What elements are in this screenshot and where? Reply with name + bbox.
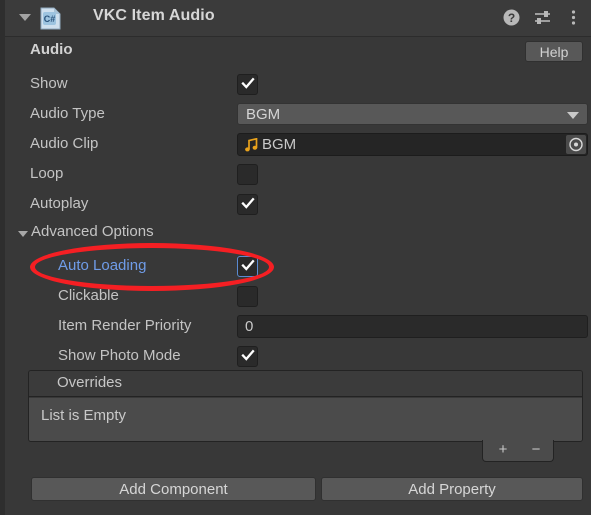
object-field-value: BGM bbox=[262, 136, 297, 153]
property-row-item-render-priority: Item Render Priority 0 bbox=[5, 312, 591, 342]
preset-settings-icon[interactable] bbox=[533, 8, 552, 27]
number-field-item-render-priority[interactable]: 0 bbox=[237, 315, 588, 338]
component-title: VKC Item Audio bbox=[93, 7, 215, 24]
checkbox-show-photo-mode[interactable] bbox=[237, 346, 258, 367]
property-row-audio-type: Audio Type BGM bbox=[5, 100, 591, 130]
check-icon bbox=[241, 197, 255, 209]
overrides-list-title: Overrides bbox=[57, 374, 123, 391]
label-auto-loading: Auto Loading bbox=[58, 257, 147, 274]
object-picker-icon[interactable] bbox=[566, 135, 586, 154]
object-field-audio-clip[interactable]: BGM bbox=[237, 133, 588, 156]
number-field-value: 0 bbox=[245, 318, 254, 335]
remove-item-button[interactable]: − bbox=[521, 440, 551, 460]
checkbox-autoplay[interactable] bbox=[237, 194, 258, 215]
foldout-label: Advanced Options bbox=[31, 223, 154, 240]
label-show-photo-mode: Show Photo Mode bbox=[58, 347, 181, 364]
dropdown-audio-type[interactable]: BGM bbox=[237, 103, 588, 125]
svg-text:C#: C# bbox=[44, 14, 56, 24]
chevron-down-icon bbox=[567, 112, 579, 119]
check-icon bbox=[241, 77, 255, 89]
label-item-render-priority: Item Render Priority bbox=[58, 317, 192, 334]
add-property-button[interactable]: Add Property bbox=[321, 477, 583, 501]
help-button[interactable]: Help bbox=[525, 41, 583, 62]
overrides-list-body: List is Empty bbox=[29, 398, 582, 441]
property-row-show: Show bbox=[5, 70, 591, 100]
triangle-down-icon[interactable] bbox=[19, 14, 31, 21]
add-item-button[interactable]: + bbox=[488, 440, 518, 460]
property-row-audio-clip: Audio Clip BGM bbox=[5, 130, 591, 160]
label-clickable: Clickable bbox=[58, 287, 119, 304]
check-icon bbox=[241, 259, 255, 271]
component-header[interactable]: C# VKC Item Audio ? bbox=[5, 0, 591, 37]
svg-text:?: ? bbox=[508, 11, 515, 25]
header-icon-group: ? bbox=[502, 8, 583, 27]
overrides-list-footer: + − bbox=[482, 440, 554, 462]
section-title: Audio bbox=[30, 41, 73, 58]
overrides-list: Overrides List is Empty bbox=[28, 370, 583, 442]
checkbox-loop[interactable] bbox=[237, 164, 258, 185]
label-audio-clip: Audio Clip bbox=[30, 135, 99, 152]
overrides-list-header[interactable]: Overrides bbox=[29, 371, 582, 397]
checkbox-show[interactable] bbox=[237, 74, 258, 95]
more-menu-icon[interactable] bbox=[564, 8, 583, 27]
label-loop: Loop bbox=[30, 165, 64, 182]
audio-clip-icon bbox=[245, 138, 258, 152]
property-row-clickable: Clickable bbox=[5, 282, 591, 312]
property-row-auto-loading: Auto Loading bbox=[5, 252, 591, 282]
left-gutter bbox=[0, 0, 5, 515]
property-row-loop: Loop bbox=[5, 160, 591, 190]
triangle-down-icon bbox=[18, 231, 28, 237]
dropdown-value: BGM bbox=[246, 106, 281, 123]
property-row-show-photo-mode: Show Photo Mode bbox=[5, 342, 591, 372]
foldout-advanced-options[interactable]: Advanced Options bbox=[5, 222, 591, 246]
help-icon[interactable]: ? bbox=[502, 8, 521, 27]
label-autoplay: Autoplay bbox=[30, 195, 89, 212]
csharp-script-icon: C# bbox=[40, 7, 61, 30]
property-row-autoplay: Autoplay bbox=[5, 190, 591, 220]
overrides-empty-label: List is Empty bbox=[41, 407, 127, 424]
add-component-button[interactable]: Add Component bbox=[31, 477, 316, 501]
check-icon bbox=[241, 349, 255, 361]
label-show: Show bbox=[30, 75, 68, 92]
inspector-panel: C# VKC Item Audio ? Audio Help Show Audi… bbox=[0, 0, 591, 515]
checkbox-auto-loading[interactable] bbox=[237, 256, 258, 277]
label-audio-type: Audio Type bbox=[30, 105, 105, 122]
checkbox-clickable[interactable] bbox=[237, 286, 258, 307]
